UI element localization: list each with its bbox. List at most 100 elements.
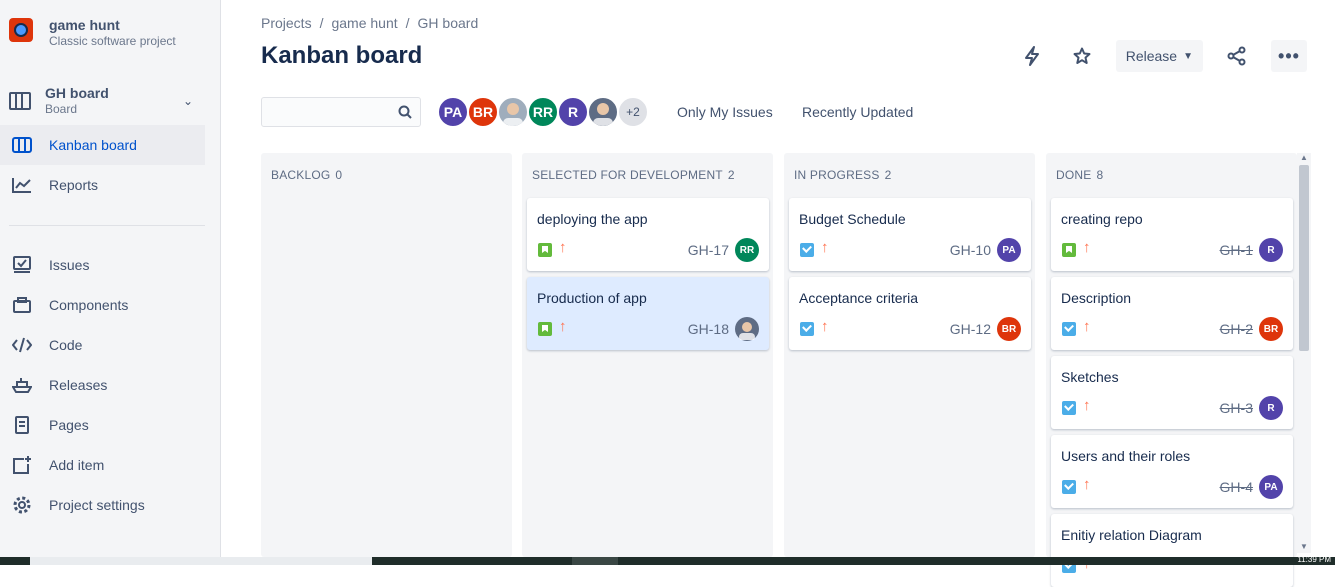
breadcrumb-separator: / bbox=[405, 15, 410, 31]
sidebar-item-issues[interactable]: Issues bbox=[0, 245, 205, 285]
search-input[interactable] bbox=[262, 98, 392, 126]
issue-card[interactable]: Acceptance criteria ↑ GH-12 BR bbox=[789, 277, 1031, 350]
sidebar-item-components[interactable]: Components bbox=[0, 285, 205, 325]
issue-card[interactable]: deploying the app ↑ GH-17 RR bbox=[527, 198, 769, 271]
sidebar-item-code[interactable]: Code bbox=[0, 325, 205, 365]
scroll-down-icon[interactable]: ▼ bbox=[1300, 542, 1308, 551]
page-icon bbox=[11, 415, 33, 435]
filter-recently-updated[interactable]: Recently Updated bbox=[802, 104, 913, 120]
search-icon bbox=[398, 105, 412, 124]
lightning-icon[interactable] bbox=[1016, 40, 1048, 72]
assignee-initials: BR bbox=[1001, 323, 1017, 335]
star-icon[interactable] bbox=[1066, 40, 1098, 72]
assignee-initials: BR bbox=[1263, 323, 1279, 335]
avatar[interactable] bbox=[587, 96, 619, 128]
issue-key[interactable]: GH-4 bbox=[1220, 479, 1253, 495]
sidebar-item-pages[interactable]: Pages bbox=[0, 405, 205, 445]
page-title: Kanban board bbox=[261, 42, 423, 69]
breadcrumb-projects[interactable]: Projects bbox=[261, 15, 312, 31]
taskbar-clock: 11:39 PM bbox=[1297, 555, 1331, 564]
issue-title: Users and their roles bbox=[1061, 448, 1191, 464]
chevron-down-icon[interactable]: ⌄ bbox=[183, 94, 193, 108]
release-button[interactable]: Release ▼ bbox=[1115, 40, 1203, 72]
column-title: IN PROGRESS bbox=[794, 168, 880, 182]
board-scrollbar[interactable]: ▲ ▼ bbox=[1297, 153, 1311, 553]
taskbar-app[interactable] bbox=[572, 557, 618, 565]
priority-high-icon: ↑ bbox=[1083, 318, 1091, 335]
chart-icon bbox=[11, 175, 33, 195]
issue-card[interactable]: Production of app ↑ GH-18 bbox=[527, 277, 769, 350]
issue-key[interactable]: GH-1 bbox=[1220, 242, 1253, 258]
column-count: 2 bbox=[884, 168, 892, 182]
column-header: SELECTED FOR DEVELOPMENT 2 bbox=[532, 168, 735, 182]
assignee-avatar[interactable]: R bbox=[1259, 396, 1283, 420]
assignee-avatar[interactable]: RR bbox=[735, 238, 759, 262]
priority-high-icon: ↑ bbox=[559, 318, 567, 335]
assignee-avatar[interactable]: R bbox=[1259, 238, 1283, 262]
issue-title: Budget Schedule bbox=[799, 211, 906, 227]
main-content: Projects / game hunt / GH board Kanban b… bbox=[221, 0, 1335, 587]
filter-only-my-issues[interactable]: Only My Issues bbox=[677, 104, 773, 120]
assignee-avatar[interactable]: BR bbox=[997, 317, 1021, 341]
board-selector[interactable]: GH board Board ⌄ bbox=[9, 84, 205, 118]
sidebar-item-kanban-board[interactable]: Kanban board bbox=[0, 125, 205, 165]
assignee-initials: R bbox=[1267, 402, 1275, 414]
issue-key[interactable]: GH-3 bbox=[1220, 400, 1253, 416]
avatar[interactable]: BR bbox=[467, 96, 499, 128]
share-icon[interactable] bbox=[1221, 40, 1253, 72]
taskbar-search[interactable] bbox=[30, 557, 372, 565]
more-options-icon[interactable]: ••• bbox=[1271, 40, 1307, 72]
issue-card[interactable]: Enitiy relation Diagram↑ bbox=[1051, 514, 1293, 587]
sidebar-item-label: Reports bbox=[49, 177, 99, 193]
sidebar-item-project-settings[interactable]: Project settings bbox=[0, 485, 205, 525]
sidebar-item-label: Components bbox=[49, 297, 129, 313]
task-icon bbox=[1062, 480, 1076, 494]
assignee-initials: PA bbox=[1264, 481, 1278, 493]
project-header[interactable]: game hunt Classic software project bbox=[9, 17, 176, 49]
assignee-avatar[interactable]: PA bbox=[997, 238, 1021, 262]
scroll-up-icon[interactable]: ▲ bbox=[1300, 153, 1308, 162]
avatar[interactable]: R bbox=[557, 96, 589, 128]
gear-icon bbox=[11, 495, 33, 515]
assignee-avatar[interactable]: BR bbox=[1259, 317, 1283, 341]
issue-title: creating repo bbox=[1061, 211, 1143, 227]
avatar[interactable] bbox=[497, 96, 529, 128]
avatar[interactable]: RR bbox=[527, 96, 559, 128]
sidebar-item-add-item[interactable]: Add item bbox=[0, 445, 205, 485]
assignee-avatar[interactable]: PA bbox=[1259, 475, 1283, 499]
issues-icon bbox=[11, 255, 33, 275]
board-selector-type: Board bbox=[45, 102, 78, 116]
issue-key[interactable]: GH-2 bbox=[1220, 321, 1253, 337]
sidebar-item-reports[interactable]: Reports bbox=[0, 165, 205, 205]
column-title: DONE bbox=[1056, 168, 1092, 182]
more-avatars-badge[interactable]: +2 bbox=[617, 96, 649, 128]
avatar[interactable]: PA bbox=[437, 96, 469, 128]
add-item-icon bbox=[11, 455, 33, 475]
user-photo-icon bbox=[739, 322, 755, 340]
assignee-avatar[interactable] bbox=[735, 317, 759, 341]
issue-card[interactable]: creating repo ↑ GH-1 R bbox=[1051, 198, 1293, 271]
issue-title: Sketches bbox=[1061, 369, 1119, 385]
board-column: BACKLOG 0 bbox=[261, 153, 512, 557]
board-column: IN PROGRESS 2 Budget Schedule ↑ GH-10 PA Accep… bbox=[784, 153, 1035, 557]
sidebar-item-label: Pages bbox=[49, 417, 89, 433]
header-actions: Release ▼ ••• bbox=[1016, 40, 1307, 72]
ship-icon bbox=[11, 375, 33, 395]
sidebar-item-releases[interactable]: Releases bbox=[0, 365, 205, 405]
sidebar-item-label: Kanban board bbox=[49, 137, 137, 153]
issue-key[interactable]: GH-12 bbox=[950, 321, 991, 337]
issue-card[interactable]: Budget Schedule ↑ GH-10 PA bbox=[789, 198, 1031, 271]
breadcrumb-board[interactable]: GH board bbox=[418, 15, 479, 31]
issue-card[interactable]: Description ↑ GH-2 BR bbox=[1051, 277, 1293, 350]
scrollbar-thumb[interactable] bbox=[1299, 165, 1309, 351]
issue-key[interactable]: GH-18 bbox=[688, 321, 729, 337]
column-header: DONE 8 bbox=[1056, 168, 1103, 182]
issue-key[interactable]: GH-17 bbox=[688, 242, 729, 258]
issue-card[interactable]: Sketches ↑ GH-3 R bbox=[1051, 356, 1293, 429]
search-field[interactable] bbox=[261, 97, 421, 127]
breadcrumb-project[interactable]: game hunt bbox=[331, 15, 397, 31]
breadcrumb: Projects / game hunt / GH board bbox=[261, 15, 478, 31]
issue-card[interactable]: Users and their roles ↑ GH-4 PA bbox=[1051, 435, 1293, 508]
issue-key[interactable]: GH-10 bbox=[950, 242, 991, 258]
assignee-initials: R bbox=[1267, 244, 1275, 256]
